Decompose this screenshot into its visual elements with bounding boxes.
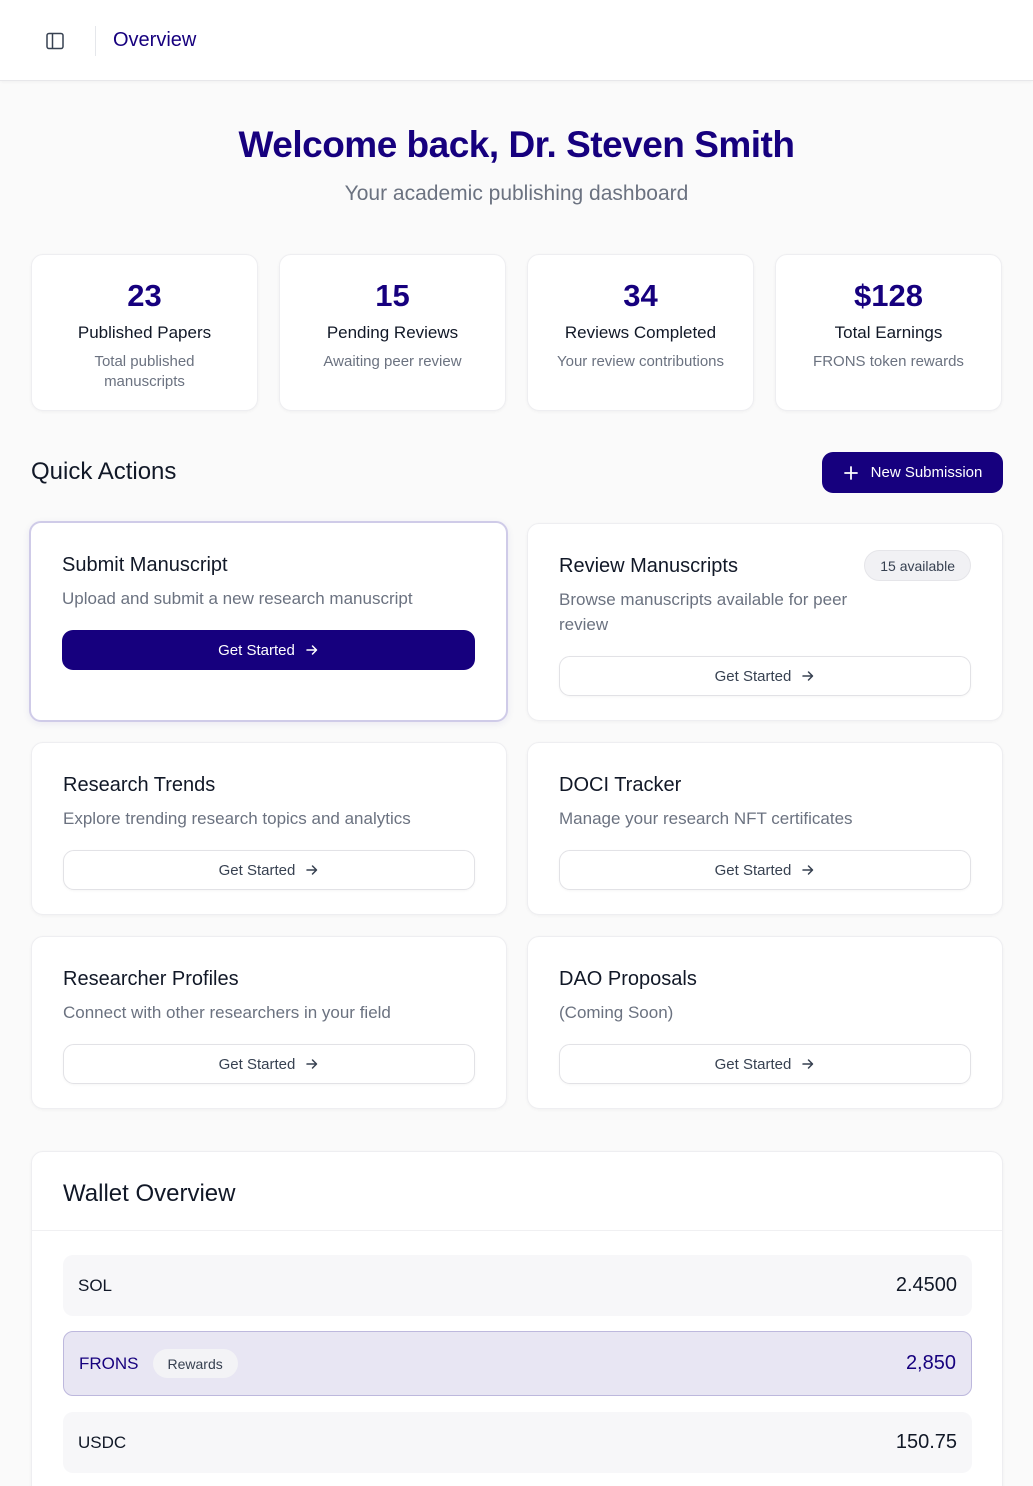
arrow-right-icon — [802, 865, 814, 875]
card-title: Researcher Profiles — [63, 968, 239, 990]
button-label: Get Started — [714, 861, 792, 879]
sidebar-panel-icon — [46, 32, 64, 50]
stat-label: Total Earnings — [834, 323, 943, 342]
stat-value: 23 — [127, 278, 162, 313]
action-card-dao-proposals: DAO Proposals (Coming Soon) Get Started — [527, 936, 1003, 1109]
stat-label: Published Papers — [77, 323, 212, 342]
get-started-button[interactable]: Get Started — [62, 630, 475, 670]
available-count-badge: 15 available — [864, 550, 971, 581]
arrow-right-icon — [802, 1059, 814, 1069]
action-card-research-trends: Research Trends Explore trending researc… — [31, 742, 507, 915]
get-started-button[interactable]: Get Started — [559, 656, 971, 696]
header-divider — [95, 26, 96, 56]
card-title: DAO Proposals — [559, 968, 697, 990]
card-title: Review Manuscripts — [559, 555, 738, 577]
get-started-button[interactable]: Get Started — [63, 850, 475, 890]
button-label: Get Started — [714, 667, 792, 685]
stat-value: 15 — [375, 278, 410, 313]
action-card-researcher-profiles: Researcher Profiles Connect with other r… — [31, 936, 507, 1109]
page-title: Overview — [113, 29, 197, 51]
wallet-row-sol: SOL 2.4500 — [63, 1255, 972, 1316]
stat-description: Your review contributions — [556, 353, 725, 370]
card-description: (Coming Soon) — [559, 1003, 674, 1022]
action-card-review-manuscripts: Review Manuscripts 15 available Browse m… — [527, 523, 1003, 721]
button-label: Get Started — [218, 1055, 296, 1073]
get-started-button[interactable]: Get Started — [559, 1044, 971, 1084]
wallet-row-frons: FRONS Rewards 2,850 — [63, 1331, 972, 1396]
new-submission-label: New Submission — [870, 464, 983, 481]
button-label: Get Started — [218, 641, 295, 659]
card-title: Research Trends — [63, 774, 216, 796]
card-title: DOCI Tracker — [559, 774, 682, 796]
get-started-button[interactable]: Get Started — [63, 1044, 475, 1084]
stat-label: Pending Reviews — [326, 323, 459, 342]
sidebar-toggle-button[interactable] — [38, 24, 72, 58]
welcome-heading: Welcome back, Dr. Steven Smith — [238, 124, 795, 165]
arrow-right-icon — [306, 865, 318, 875]
action-card-doci-tracker: DOCI Tracker Manage your research NFT ce… — [527, 742, 1003, 915]
stat-value: 34 — [623, 278, 658, 313]
token-amount: 2.4500 — [895, 1274, 957, 1296]
wallet-row-usdc: USDC 150.75 — [63, 1412, 972, 1473]
wallet-overview-card: Wallet Overview SOL 2.4500 FRONS Rewards… — [31, 1151, 1003, 1486]
wallet-title: Wallet Overview — [63, 1180, 236, 1207]
stat-card-published-papers: 23 Published Papers Total published manu… — [31, 254, 258, 411]
get-started-button[interactable]: Get Started — [559, 850, 971, 890]
token-name: SOL — [78, 1275, 113, 1295]
arrow-right-icon — [802, 671, 814, 681]
stat-description: FRONS token rewards — [813, 353, 964, 370]
stat-card-pending-reviews: 15 Pending Reviews Awaiting peer review — [279, 254, 506, 411]
new-submission-button[interactable]: New Submission — [822, 452, 1003, 493]
button-label: Get Started — [714, 1055, 792, 1073]
arrow-right-icon — [306, 1059, 318, 1069]
stat-card-reviews-completed: 34 Reviews Completed Your review contrib… — [527, 254, 754, 411]
welcome-subtitle: Your academic publishing dashboard — [344, 182, 689, 205]
token-name: FRONS — [79, 1353, 139, 1373]
card-description: Explore trending research topics and ana… — [63, 809, 411, 828]
token-name: USDC — [78, 1432, 127, 1452]
card-title: Submit Manuscript — [62, 554, 228, 576]
action-card-submit-manuscript: Submit Manuscript Upload and submit a ne… — [29, 521, 508, 722]
quick-actions-title: Quick Actions — [31, 458, 177, 485]
card-description: Connect with other researchers in your f… — [63, 1003, 391, 1022]
button-label: Get Started — [218, 861, 296, 879]
stat-value: $128 — [854, 278, 923, 313]
token-amount: 150.75 — [895, 1431, 957, 1453]
top-bar: Overview — [0, 0, 1033, 81]
stat-description: Total published manuscripts — [94, 353, 195, 390]
arrow-right-icon — [306, 645, 318, 655]
plus-icon — [843, 465, 858, 480]
card-description: Manage your research NFT certificates — [559, 809, 853, 828]
rewards-badge: Rewards — [152, 1349, 238, 1378]
token-amount: 2,850 — [905, 1352, 956, 1374]
stat-card-total-earnings: $128 Total Earnings FRONS token rewards — [775, 254, 1002, 411]
stat-label: Reviews Completed — [564, 323, 717, 342]
card-description: Browse manuscripts available for peer re… — [559, 590, 848, 634]
stat-description: Awaiting peer review — [323, 353, 462, 370]
card-description: Upload and submit a new research manuscr… — [62, 589, 413, 608]
divider — [32, 1230, 1002, 1231]
